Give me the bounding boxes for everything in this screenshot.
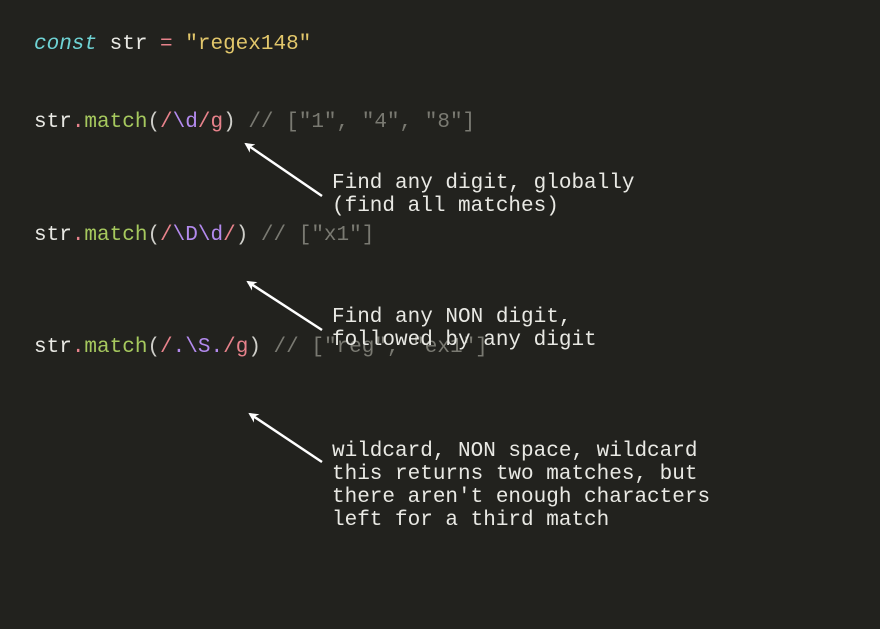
- comment-result-1: // ["1", "4", "8"]: [248, 111, 475, 134]
- regex-escape-D: \D: [173, 224, 198, 247]
- code-line-example-2: str.match(/\D\d/) // ["x1"]: [34, 221, 846, 251]
- regex-wildcard: .: [210, 336, 223, 359]
- regex-escape-S: \S: [185, 336, 210, 359]
- method-match: match: [84, 224, 147, 247]
- regex-flag-g: g: [210, 111, 223, 134]
- annotation-text-1: Find any digit, globally (find all match…: [332, 172, 634, 218]
- comment-result-2: // ["x1"]: [261, 224, 374, 247]
- string-literal: "regex148": [185, 33, 311, 56]
- regex-escape-d: \d: [198, 224, 223, 247]
- operator-assign: =: [160, 33, 173, 56]
- annotation-text-2: Find any NON digit, followed by any digi…: [332, 306, 597, 352]
- regex-flag-g: g: [236, 336, 249, 359]
- method-match: match: [84, 111, 147, 134]
- code-line-declaration: const str = "regex148": [34, 30, 846, 60]
- identifier-str: str: [110, 33, 148, 56]
- annotation-text-3: wildcard, NON space, wildcard this retur…: [332, 440, 710, 532]
- regex-wildcard: .: [173, 336, 186, 359]
- regex-escape-d: \d: [173, 111, 198, 134]
- code-line-example-1: str.match(/\d/g) // ["1", "4", "8"]: [34, 108, 846, 138]
- method-match: match: [84, 336, 147, 359]
- keyword-const: const: [34, 33, 97, 56]
